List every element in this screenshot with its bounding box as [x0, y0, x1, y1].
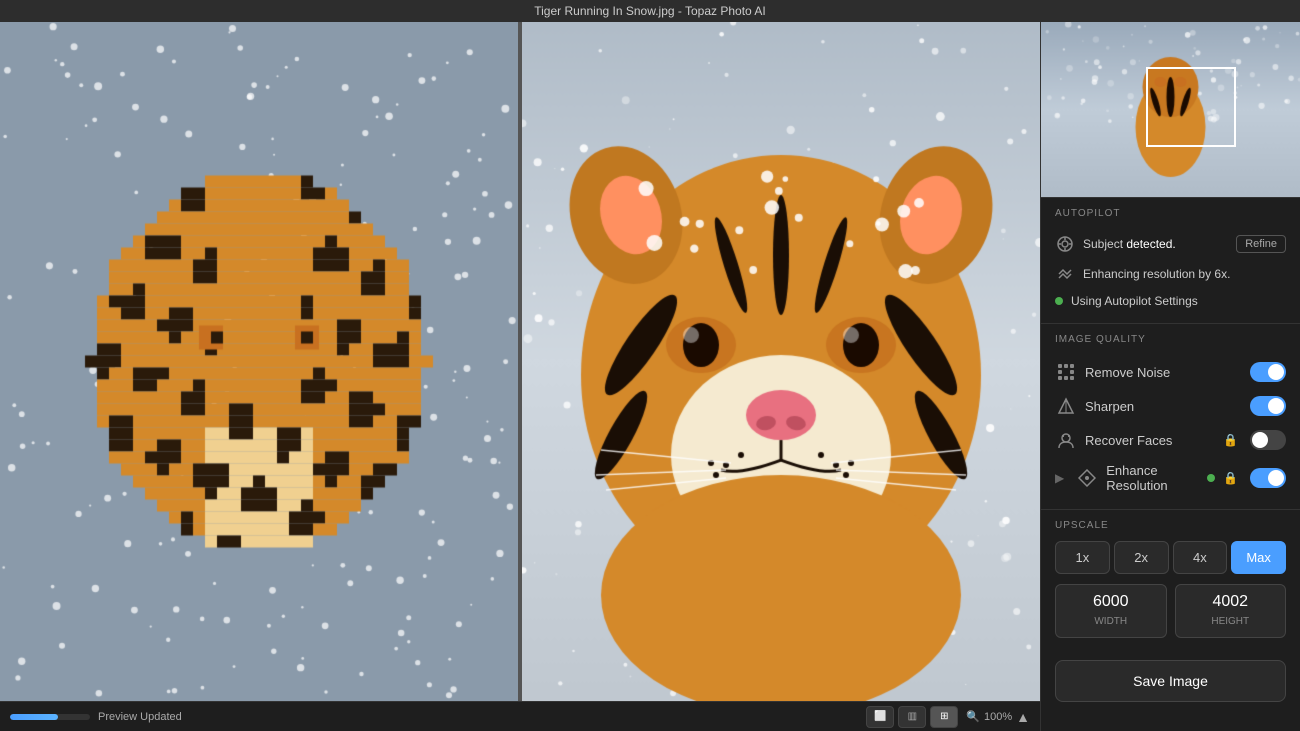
preview-label: Preview Updated	[98, 711, 182, 723]
image-quality-title: IMAGE QUALITY	[1055, 334, 1286, 345]
sharpen-label: Sharpen	[1085, 399, 1242, 414]
height-value: 4002	[1184, 593, 1278, 611]
thumbnail-canvas	[1041, 22, 1300, 197]
enhance-resolution-toggle[interactable]	[1250, 468, 1286, 488]
subject-detected-row: Subject detected. Refine	[1055, 229, 1286, 259]
recover-faces-icon	[1055, 429, 1077, 451]
image-quality-section: IMAGE QUALITY Remove Noise	[1041, 323, 1300, 509]
dimensions-row: 6000 Width 4002 Height	[1055, 584, 1286, 638]
upscale-2x-btn[interactable]: 2x	[1114, 541, 1169, 574]
remove-noise-toggle[interactable]	[1250, 362, 1286, 382]
height-label: Height	[1211, 616, 1249, 627]
enhance-resolution-icon	[1076, 467, 1098, 489]
autopilot-settings-text: Using Autopilot Settings	[1071, 294, 1286, 308]
recover-faces-lock-icon: 🔒	[1223, 433, 1238, 447]
recover-faces-row: Recover Faces 🔒	[1055, 423, 1286, 457]
title-text: Tiger Running In Snow.jpg - Topaz Photo …	[534, 4, 765, 18]
view-split-btn[interactable]: ▥	[898, 706, 926, 728]
sharpen-row: Sharpen	[1055, 389, 1286, 423]
subject-label: Subject	[1083, 237, 1126, 251]
right-image-panel	[522, 22, 1040, 701]
progress-bar	[10, 714, 90, 720]
enhance-resolution-label: Enhance Resolution	[1106, 463, 1199, 493]
green-status-dot	[1055, 297, 1063, 305]
upscale-section: UPSCALE 1x 2x 4x Max 6000 Width 4002 Hei…	[1041, 509, 1300, 652]
enhance-resolution-lock-icon: 🔒	[1223, 471, 1238, 485]
upscale-title: UPSCALE	[1055, 520, 1286, 531]
subject-detected-text: Subject detected.	[1083, 237, 1228, 251]
upscale-1x-btn[interactable]: 1x	[1055, 541, 1110, 574]
width-label: Width	[1094, 616, 1127, 627]
save-image-button[interactable]: Save Image	[1055, 660, 1286, 702]
remove-noise-icon	[1055, 361, 1077, 383]
side-by-side-icon: ⊞	[940, 711, 948, 722]
progress-fill	[10, 714, 58, 720]
split-container	[0, 22, 1040, 701]
expand-icon[interactable]: ▶	[1055, 471, 1064, 485]
upscale-4x-btn[interactable]: 4x	[1173, 541, 1228, 574]
left-image-panel	[0, 22, 518, 701]
thumbnail-area	[1041, 22, 1300, 197]
width-value: 6000	[1064, 593, 1158, 611]
width-box: 6000 Width	[1055, 584, 1167, 638]
view-toggle-group: ⬜ ▥ ⊞	[866, 706, 958, 728]
view-single-btn[interactable]: ⬜	[866, 706, 894, 728]
recover-faces-label: Recover Faces	[1085, 433, 1215, 448]
enhance-resolution-status-dot	[1207, 474, 1215, 482]
view-side-by-side-btn[interactable]: ⊞	[930, 706, 958, 728]
resolution-icon	[1055, 264, 1075, 284]
zoom-up-btn[interactable]: ▲	[1016, 709, 1030, 725]
sharpen-icon	[1055, 395, 1077, 417]
subject-icon	[1055, 234, 1075, 254]
split-divider[interactable]	[518, 22, 522, 701]
titlebar: Tiger Running In Snow.jpg - Topaz Photo …	[0, 0, 1300, 22]
before-image	[0, 22, 518, 701]
enhance-resolution-row: ▶ Enhance Resolution 🔒	[1055, 457, 1286, 499]
remove-noise-row: Remove Noise	[1055, 355, 1286, 389]
sharpen-toggle[interactable]	[1250, 396, 1286, 416]
autopilot-settings-row: Using Autopilot Settings	[1055, 289, 1286, 313]
detected-label: detected.	[1126, 237, 1175, 251]
single-view-icon: ⬜	[874, 711, 886, 722]
autopilot-title: AUTOPILOT	[1055, 208, 1286, 219]
upscale-button-group: 1x 2x 4x Max	[1055, 541, 1286, 574]
remove-noise-label: Remove Noise	[1085, 365, 1242, 380]
refine-button[interactable]: Refine	[1236, 235, 1286, 253]
recover-faces-toggle[interactable]	[1250, 430, 1286, 450]
resolution-text: Enhancing resolution by 6x.	[1083, 267, 1286, 281]
autopilot-section: AUTOPILOT Subject detected. Ref	[1041, 197, 1300, 323]
bottom-bar: Preview Updated ⬜ ▥ ⊞ 🔍 100% ▲	[0, 701, 1040, 731]
zoom-control: 🔍 100% ▲	[966, 709, 1030, 725]
right-settings-panel: AUTOPILOT Subject detected. Ref	[1040, 22, 1300, 731]
split-view-icon: ▥	[908, 711, 917, 722]
zoom-icon: 🔍	[966, 710, 980, 723]
height-box: 4002 Height	[1175, 584, 1287, 638]
image-area: Preview Updated ⬜ ▥ ⊞ 🔍 100% ▲	[0, 22, 1040, 731]
after-image	[522, 22, 1040, 701]
upscale-max-btn[interactable]: Max	[1231, 541, 1286, 574]
enhancing-resolution-row: Enhancing resolution by 6x.	[1055, 259, 1286, 289]
zoom-value: 100%	[984, 711, 1012, 723]
main-layout: Preview Updated ⬜ ▥ ⊞ 🔍 100% ▲	[0, 22, 1300, 731]
